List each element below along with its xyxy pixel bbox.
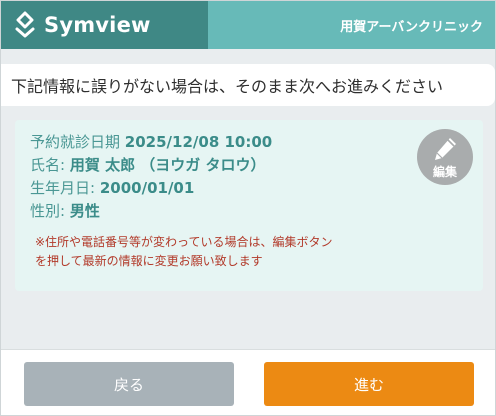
name-label: 氏名:: [30, 156, 66, 174]
gender-label: 性別:: [30, 202, 66, 220]
name-row: 氏名: 用賀 太郎 （ヨウガ タロウ）: [30, 154, 266, 175]
edit-button[interactable]: 編集: [417, 129, 473, 185]
brand-name: Symview: [44, 13, 151, 37]
logo-icon: [15, 11, 35, 38]
clinic-name: 用賀アーバンクリニック: [208, 1, 495, 49]
appointment-value: 2025/12/08 10:00: [124, 133, 273, 151]
gender-row: 性別: 男性: [30, 200, 100, 221]
app-window: Symview 用賀アーバンクリニック 下記情報に誤りがない場合は、そのまま次へ…: [0, 0, 496, 416]
back-button[interactable]: 戻る: [24, 362, 234, 406]
next-button[interactable]: 進む: [264, 362, 474, 406]
edit-label: 編集: [432, 165, 457, 179]
birthdate-label: 生年月日:: [30, 179, 96, 197]
notice-line: を押して最新の情報に変更お願い致します: [35, 254, 263, 268]
patient-info-card: 予約就診日期 2025/12/08 10:00 氏名: 用賀 太郎 （ヨウガ タ…: [15, 120, 483, 291]
pencil-icon: [435, 138, 456, 160]
notice-text: ※住所や電話番号等が変わっている場合は、編集ボタン を押して最新の情報に変更お願…: [35, 233, 395, 271]
name-value: 用賀 太郎 （ヨウガ タロウ）: [69, 156, 266, 174]
header: Symview 用賀アーバンクリニック: [1, 1, 495, 49]
appointment-row: 予約就診日期 2025/12/08 10:00: [30, 131, 272, 152]
birthdate-value: 2000/01/01: [99, 179, 195, 197]
brand: Symview: [1, 1, 208, 49]
appointment-label: 予約就診日期: [30, 133, 121, 151]
birthdate-row: 生年月日: 2000/01/01: [30, 177, 194, 198]
footer: 戻る 進む: [1, 349, 495, 415]
instruction-text: 下記情報に誤りがない場合は、そのまま次へお進みください: [11, 77, 444, 96]
instruction-banner: 下記情報に誤りがない場合は、そのまま次へお進みください: [1, 64, 495, 106]
gender-value: 男性: [69, 202, 100, 220]
notice-line: ※住所や電話番号等が変わっている場合は、編集ボタン: [35, 235, 333, 249]
